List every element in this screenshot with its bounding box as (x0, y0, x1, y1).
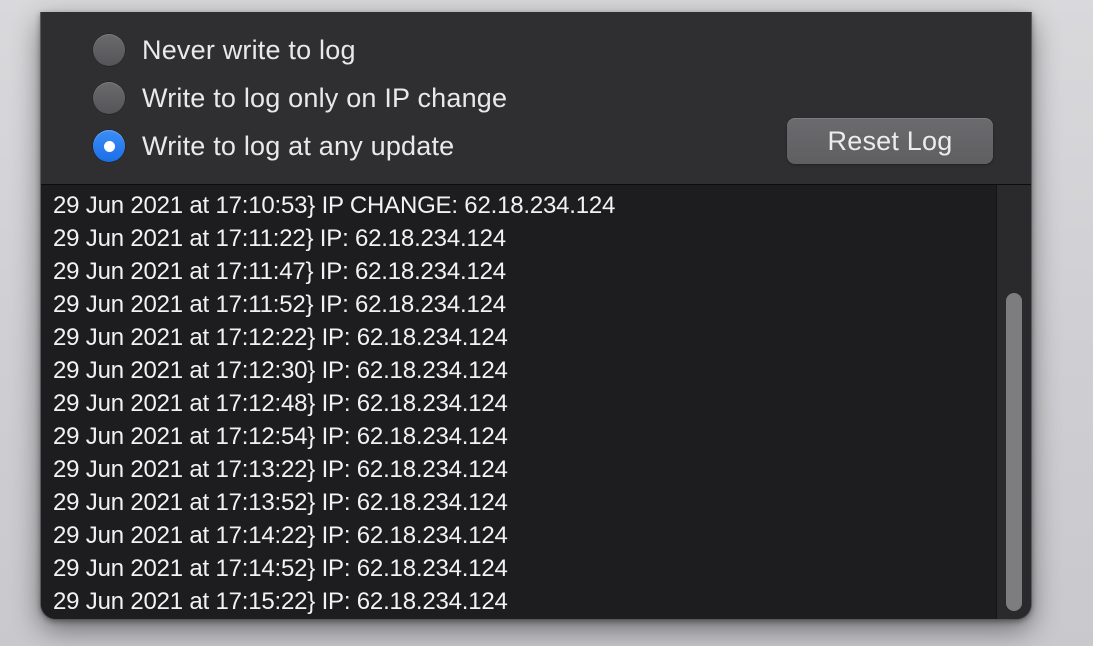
radio-button-selected-icon[interactable] (93, 130, 125, 162)
log-text-view[interactable]: 29 Jun 2021 at 17:10:53} IP CHANGE: 62.1… (41, 184, 1031, 619)
log-line: 29 Jun 2021 at 17:11:47} IP: 62.18.234.1… (53, 258, 506, 285)
log-line: 29 Jun 2021 at 17:12:22} IP: 62.18.234.1… (53, 324, 508, 351)
radio-label: Write to log at any update (142, 130, 455, 161)
log-line: 29 Jun 2021 at 17:10:53} IP CHANGE: 62.1… (53, 192, 616, 219)
radio-button-icon[interactable] (93, 34, 125, 66)
radio-write-on-ip-change[interactable]: Write to log only on IP change (93, 80, 507, 116)
log-line: 29 Jun 2021 at 17:14:52} IP: 62.18.234.1… (53, 555, 508, 582)
log-line: 29 Jun 2021 at 17:14:22} IP: 62.18.234.1… (53, 522, 508, 549)
log-line: 29 Jun 2021 at 17:11:52} IP: 62.18.234.1… (53, 291, 506, 318)
radio-label: Write to log only on IP change (142, 82, 508, 113)
log-options-panel: Never write to log Write to log only on … (41, 12, 1031, 184)
radio-never-write[interactable]: Never write to log (93, 32, 356, 68)
reset-log-button[interactable]: Reset Log (787, 118, 993, 164)
log-line: 29 Jun 2021 at 17:13:52} IP: 62.18.234.1… (53, 489, 508, 516)
log-line: 29 Jun 2021 at 17:13:22} IP: 62.18.234.1… (53, 456, 508, 483)
radio-write-any-update[interactable]: Write to log at any update (93, 128, 454, 164)
log-line: 29 Jun 2021 at 17:11:22} IP: 62.18.234.1… (53, 225, 506, 252)
radio-button-icon[interactable] (93, 82, 125, 114)
scrollbar-thumb[interactable] (1006, 293, 1022, 611)
log-line: 29 Jun 2021 at 17:12:30} IP: 62.18.234.1… (53, 357, 508, 384)
log-line: 29 Jun 2021 at 17:15:22} IP: 62.18.234.1… (53, 588, 508, 615)
vertical-scrollbar[interactable] (996, 185, 1031, 619)
log-line: 29 Jun 2021 at 17:12:54} IP: 62.18.234.1… (53, 423, 508, 450)
log-line: 29 Jun 2021 at 17:12:48} IP: 62.18.234.1… (53, 390, 508, 417)
log-settings-window: Never write to log Write to log only on … (40, 12, 1032, 620)
log-lines: 29 Jun 2021 at 17:10:53} IP CHANGE: 62.1… (53, 189, 991, 619)
radio-label: Never write to log (142, 34, 356, 65)
